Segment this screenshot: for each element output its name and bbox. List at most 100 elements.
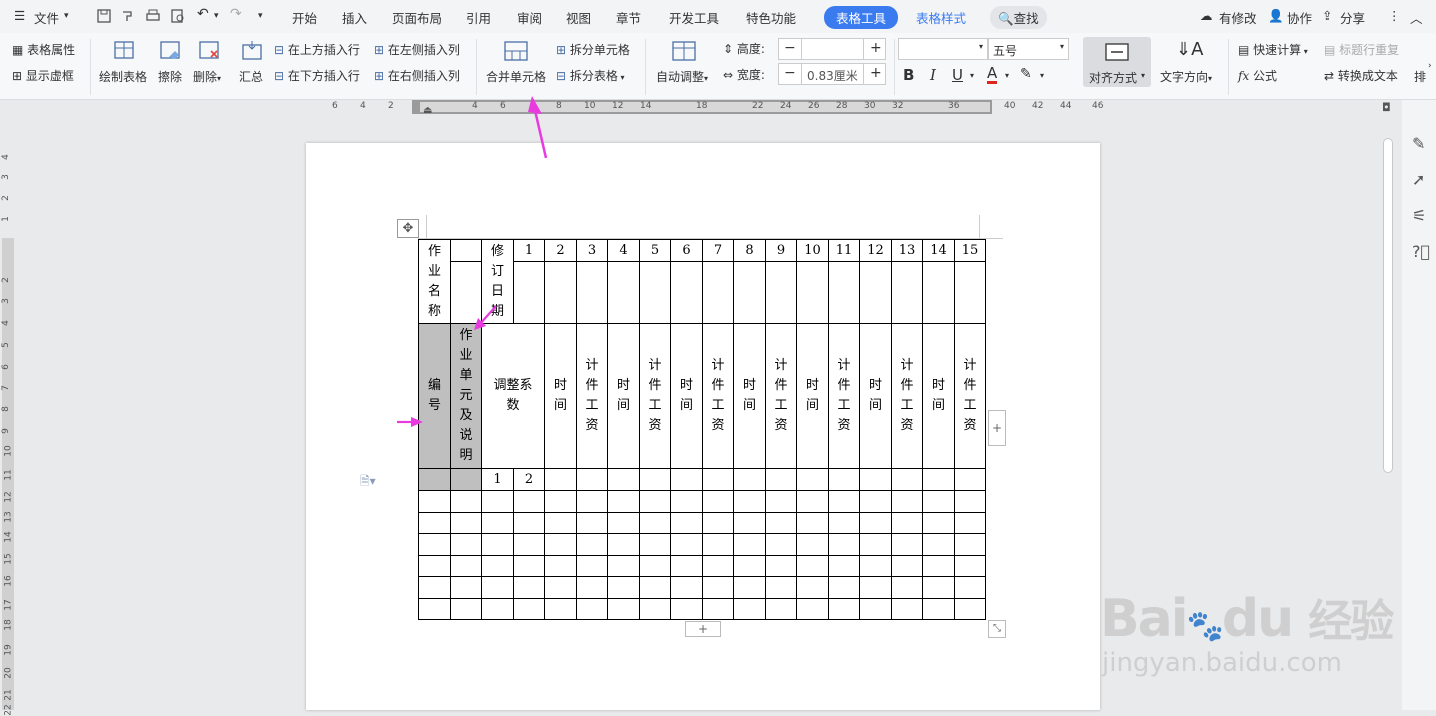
- cell-time[interactable]: 时间: [796, 323, 829, 469]
- cell-number[interactable]: 编号: [418, 323, 451, 469]
- table-cell[interactable]: [796, 554, 829, 577]
- table-cell[interactable]: [733, 261, 766, 324]
- col-number[interactable]: 12: [859, 239, 892, 262]
- tab-table-tools[interactable]: 表格工具: [824, 6, 899, 29]
- table-cell[interactable]: [922, 490, 955, 513]
- table-cell[interactable]: [544, 533, 577, 556]
- tab-references[interactable]: 引用: [466, 8, 491, 27]
- table-cell[interactable]: [828, 261, 860, 324]
- table-cell[interactable]: [922, 576, 955, 599]
- table-cell[interactable]: [765, 533, 797, 556]
- table-cell[interactable]: [891, 554, 923, 577]
- cell-piece-wage[interactable]: 计件工资: [765, 323, 797, 469]
- table-cell[interactable]: [576, 490, 608, 513]
- to-text-button[interactable]: ⇄ 转换成文本: [1324, 67, 1398, 84]
- table-cell[interactable]: [954, 554, 986, 577]
- has-changes-button[interactable]: 有修改: [1219, 8, 1257, 27]
- col-number[interactable]: 4: [607, 239, 640, 262]
- table-cell[interactable]: [859, 554, 892, 577]
- table-cell[interactable]: [922, 597, 955, 620]
- table-cell[interactable]: [922, 468, 955, 491]
- more-icon[interactable]: ▾: [258, 11, 263, 21]
- col-number[interactable]: 3: [576, 239, 608, 262]
- table-cell[interactable]: [765, 597, 797, 620]
- table-cell[interactable]: [670, 490, 703, 513]
- formula-button[interactable]: fx 公式: [1238, 67, 1277, 84]
- table-cell[interactable]: [733, 576, 766, 599]
- table-cell[interactable]: [639, 511, 671, 534]
- table-cell[interactable]: [639, 576, 671, 599]
- draw-table-button[interactable]: 绘制表格: [99, 68, 147, 85]
- table-cell[interactable]: [607, 554, 640, 577]
- table-cell[interactable]: [481, 533, 514, 556]
- width-input[interactable]: 0.83厘米: [807, 67, 858, 84]
- horizontal-ruler[interactable]: 6 4 2 4 6 8 10 12 14 18 22 24 26 28 30 32 36 40 42 44 46 ⏏: [322, 100, 1103, 116]
- table-cell[interactable]: [859, 597, 892, 620]
- vertical-ruler[interactable]: 4 3 2 1 2 3 4 5 6 7 8 9 10 11 12 13 14 15 16 17 18 19 20 21 22: [0, 100, 16, 716]
- undo-icon[interactable]: ↶: [197, 6, 209, 22]
- table-cell[interactable]: [702, 576, 734, 599]
- insert-below-button[interactable]: ⊟ 在下方插入行: [274, 67, 360, 84]
- table-cell[interactable]: [859, 511, 892, 534]
- table-cell[interactable]: [828, 554, 860, 577]
- col-number[interactable]: 7: [702, 239, 734, 262]
- tab-table-style[interactable]: 表格样式: [916, 8, 966, 27]
- col-number[interactable]: 15: [954, 239, 986, 262]
- table-cell[interactable]: [796, 490, 829, 513]
- table-cell[interactable]: [733, 490, 766, 513]
- table-cell[interactable]: [670, 597, 703, 620]
- indent-marker-icon[interactable]: ⏏: [423, 105, 432, 116]
- text-direction-button[interactable]: 文字方向▾: [1160, 68, 1212, 85]
- table-cell[interactable]: [796, 576, 829, 599]
- table-cell[interactable]: [859, 490, 892, 513]
- table-cell[interactable]: [513, 490, 545, 513]
- plus-icon[interactable]: +: [870, 40, 882, 56]
- table-cell[interactable]: [922, 261, 955, 324]
- table-cell[interactable]: [922, 511, 955, 534]
- table-cell[interactable]: [639, 490, 671, 513]
- title-repeat-button[interactable]: ▤ 标题行重复: [1324, 41, 1399, 58]
- pen-icon[interactable]: ✎: [1412, 134, 1425, 153]
- sub-number[interactable]: 1: [481, 468, 514, 491]
- format-painter-icon[interactable]: [120, 8, 136, 24]
- cell-time[interactable]: 时间: [922, 323, 955, 469]
- table-cell[interactable]: [859, 468, 892, 491]
- table-cell[interactable]: [954, 576, 986, 599]
- table-cell[interactable]: [702, 597, 734, 620]
- cell-time[interactable]: 时间: [607, 323, 640, 469]
- split-table-button[interactable]: ⊟ 拆分表格 ▾: [556, 67, 624, 84]
- table-cell[interactable]: [670, 533, 703, 556]
- table-cell[interactable]: [513, 554, 545, 577]
- table-cell[interactable]: [639, 533, 671, 556]
- auto-adjust-icon[interactable]: [671, 39, 697, 63]
- table-cell[interactable]: [481, 576, 514, 599]
- table-cell[interactable]: [418, 597, 451, 620]
- font-size-select[interactable]: 五号 ▾: [988, 38, 1069, 60]
- chevron-down-icon[interactable]: ▾: [214, 11, 219, 21]
- summary-icon[interactable]: [240, 39, 264, 63]
- paste-options-icon[interactable]: 🗎▾: [360, 472, 376, 493]
- col-number[interactable]: 11: [828, 239, 860, 262]
- table-cell[interactable]: [544, 554, 577, 577]
- col-number[interactable]: 2: [544, 239, 577, 262]
- table-cell[interactable]: [765, 511, 797, 534]
- font-name-select[interactable]: ▾: [898, 38, 988, 60]
- table-cell[interactable]: [733, 511, 766, 534]
- chevron-down-icon[interactable]: ▾: [1005, 71, 1009, 80]
- align-button[interactable]: 对齐方式 ▾: [1083, 37, 1151, 87]
- scroll-top-icon[interactable]: ◘: [1382, 101, 1391, 114]
- table-cell[interactable]: [765, 261, 797, 324]
- auto-adjust-button[interactable]: 自动调整▾: [656, 68, 708, 85]
- file-menu[interactable]: 文件: [34, 8, 59, 27]
- tab-special[interactable]: 特色功能: [746, 8, 796, 27]
- table-cell[interactable]: [576, 554, 608, 577]
- merge-cells-icon[interactable]: [503, 39, 529, 63]
- col-number[interactable]: 9: [765, 239, 797, 262]
- table-cell[interactable]: [702, 490, 734, 513]
- cell-time[interactable]: 时间: [859, 323, 892, 469]
- table-cell[interactable]: [513, 533, 545, 556]
- col-number[interactable]: 14: [922, 239, 955, 262]
- summary-button[interactable]: 汇总: [239, 68, 263, 85]
- table-cell[interactable]: [702, 511, 734, 534]
- table-cell[interactable]: [450, 468, 482, 491]
